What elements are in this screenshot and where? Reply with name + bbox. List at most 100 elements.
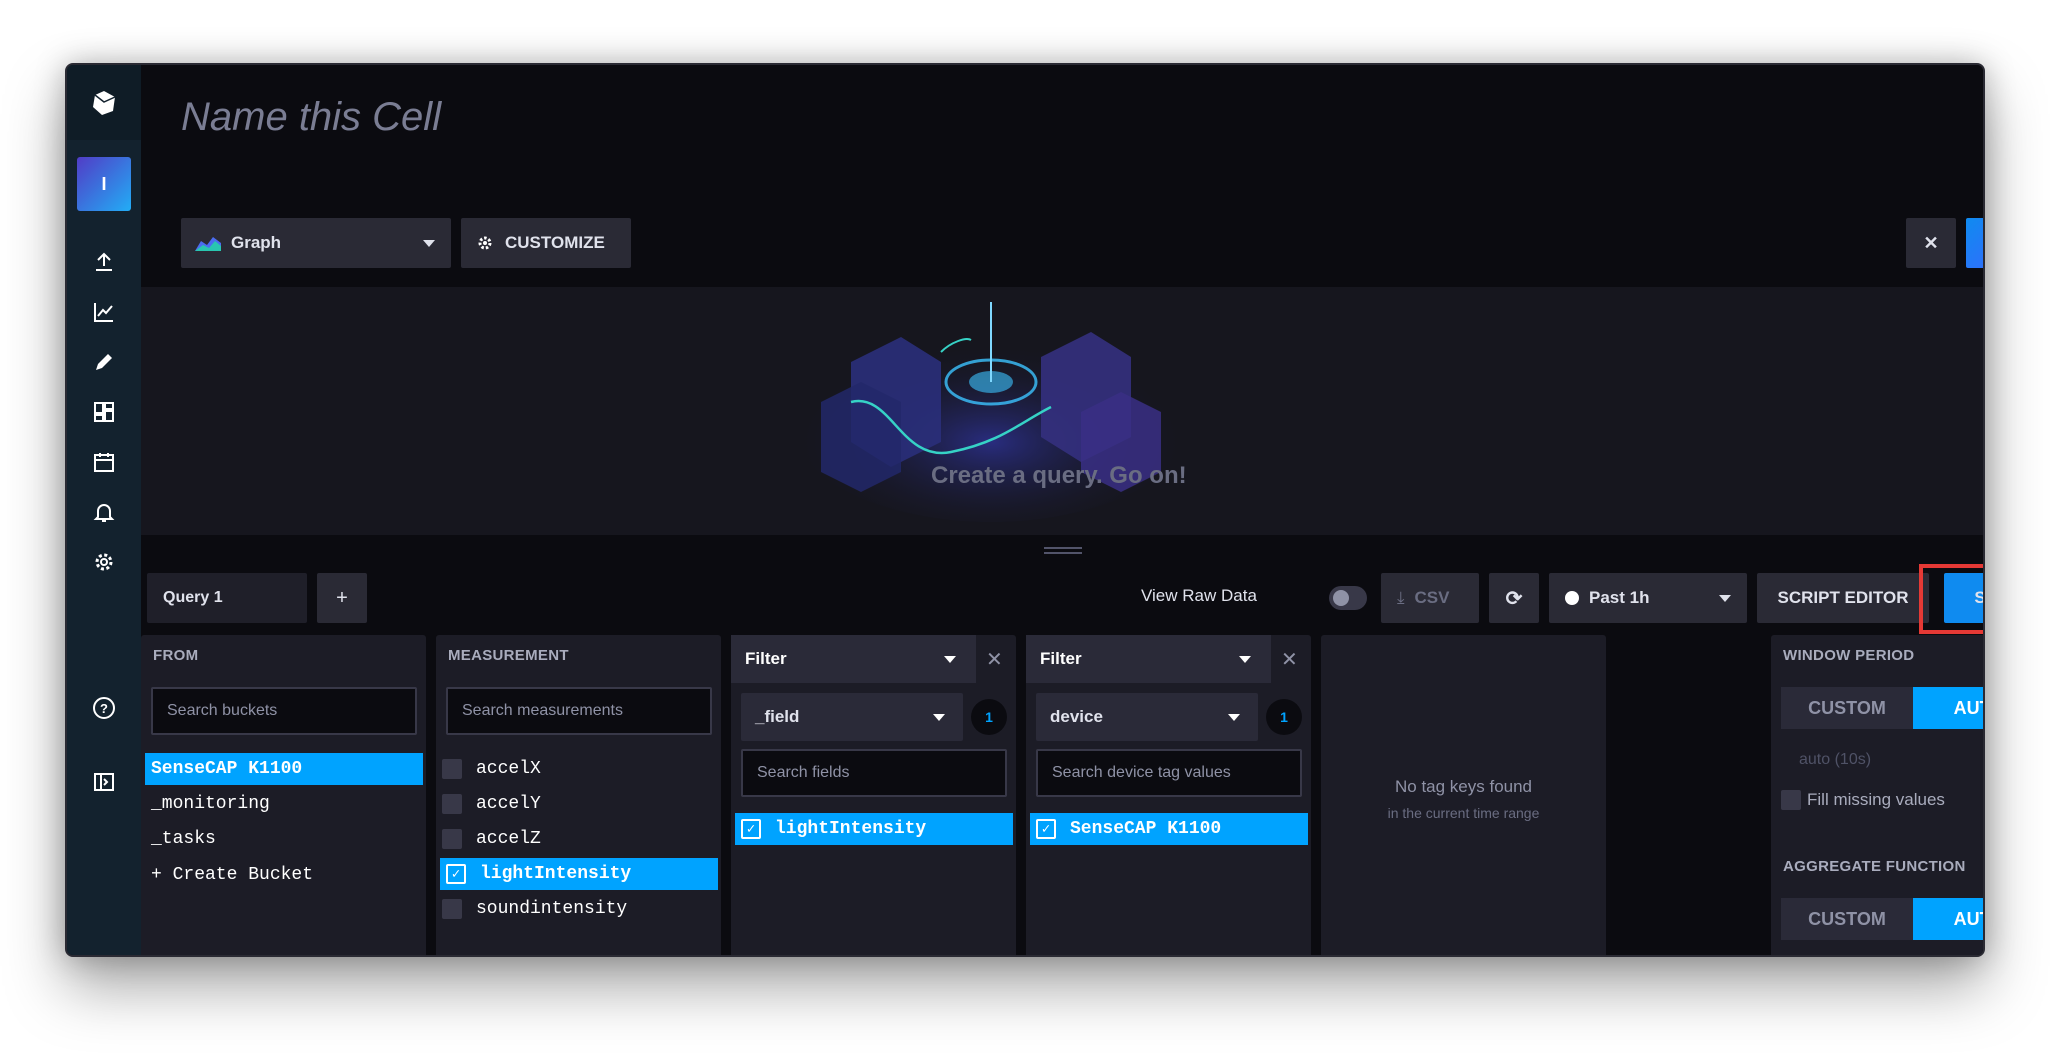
window-period-toggle: CUSTOM AUTO	[1781, 687, 1983, 729]
tasks-calendar-icon[interactable]	[67, 442, 141, 482]
checkbox[interactable]	[442, 829, 462, 849]
bucket-search-input[interactable]: Search buckets	[151, 687, 417, 735]
checked-checkbox[interactable]: ✓	[741, 819, 761, 839]
data-explorer-icon[interactable]	[67, 292, 141, 332]
filter-panel-field: Filter ✕ _field 1 Search fields ✓ lightIn…	[731, 635, 1016, 955]
remove-filter-icon[interactable]: ✕	[986, 647, 1003, 672]
checkbox[interactable]	[442, 794, 462, 814]
clock-icon	[1565, 591, 1579, 605]
selected-count-badge: 1	[971, 699, 1007, 735]
time-range-dropdown[interactable]: Past 1h	[1549, 573, 1747, 623]
window-custom-button[interactable]: CUSTOM	[1781, 687, 1913, 729]
query-bar: Query 1 + View Raw Data ⤓ CSV ⟳ Past 1h	[141, 564, 1983, 634]
gear-icon	[478, 236, 492, 250]
measurement-item[interactable]: accelX	[442, 753, 541, 785]
chevron-down-icon	[933, 714, 945, 721]
bucket-item-tasks[interactable]: _tasks	[151, 823, 216, 855]
checkbox[interactable]	[442, 899, 462, 919]
measurement-header: MEASUREMENT	[448, 647, 569, 664]
view-raw-data-toggle[interactable]	[1329, 586, 1367, 610]
filter-type-dropdown[interactable]: Filter	[1026, 635, 1271, 683]
dashboards-icon[interactable]	[67, 392, 141, 432]
submit-highlight-box	[1919, 564, 1983, 634]
device-tag-search-input[interactable]: Search device tag values	[1036, 749, 1302, 797]
field-search-input[interactable]: Search fields	[741, 749, 1007, 797]
filter-key-dropdown[interactable]: device	[1036, 693, 1258, 741]
customize-label: CUSTOMIZE	[505, 233, 605, 252]
save-button[interactable]: ✓	[1966, 218, 1985, 268]
vis-type-label: Graph	[231, 233, 282, 252]
selected-count-badge: 1	[1266, 699, 1302, 735]
no-tag-keys-message: No tag keys found	[1394, 777, 1533, 796]
remove-filter-icon[interactable]: ✕	[1281, 647, 1298, 672]
measurement-item-selected[interactable]: ✓ lightIntensity	[440, 858, 718, 890]
view-raw-data-label: View Raw Data	[1141, 586, 1257, 605]
measurement-panel: MEASUREMENT Search measurements accelX a…	[436, 635, 721, 955]
window-period-header: WINDOW PERIOD	[1783, 647, 1915, 664]
device-item-selected[interactable]: ✓ SenseCAP K1100	[1030, 813, 1308, 845]
influx-logo-icon[interactable]	[67, 65, 141, 140]
checkmark-icon: ✓	[1984, 233, 1985, 253]
svg-text:?: ?	[100, 701, 108, 716]
chevron-down-icon	[1719, 595, 1731, 602]
upload-icon[interactable]	[67, 242, 141, 282]
field-item-selected[interactable]: ✓ lightIntensity	[735, 813, 1013, 845]
checkbox[interactable]	[442, 759, 462, 779]
script-editor-button[interactable]: SCRIPT EDITOR	[1757, 573, 1929, 623]
app-window: I ? Name this Cell Graph CUSTOMIZE ✕ Cre…	[65, 63, 1985, 957]
filter-panel-device: Filter ✕ device 1 Search device tag valu…	[1026, 635, 1311, 955]
window-auto-button[interactable]: AUTO	[1913, 687, 1983, 729]
refresh-button[interactable]: ⟳	[1489, 573, 1539, 623]
cell-editor: Name this Cell Graph CUSTOMIZE ✕ ✓	[141, 65, 1983, 955]
checkbox[interactable]	[1781, 790, 1801, 810]
bucket-item-monitoring[interactable]: _monitoring	[151, 788, 270, 820]
graph-preview: Create a query. Go on!	[141, 287, 1983, 535]
checked-checkbox[interactable]: ✓	[1036, 819, 1056, 839]
measurement-search-input[interactable]: Search measurements	[446, 687, 712, 735]
chevron-down-icon	[1239, 656, 1251, 663]
aggregate-auto-button[interactable]: AUTO	[1913, 898, 1983, 940]
query-tab-label: Query 1	[163, 589, 223, 606]
add-query-button[interactable]: +	[317, 573, 367, 623]
org-avatar[interactable]: I	[77, 157, 131, 211]
refresh-icon: ⟳	[1505, 587, 1523, 610]
close-icon: ✕	[1923, 232, 1939, 253]
plus-icon: +	[336, 586, 348, 609]
settings-gear-icon[interactable]	[67, 542, 141, 582]
alerts-bell-icon[interactable]	[67, 492, 141, 532]
resize-handle[interactable]	[1044, 547, 1082, 555]
fill-missing-option[interactable]: Fill missing values	[1781, 790, 1945, 810]
window-period-value: auto (10s)	[1799, 751, 1872, 768]
aggregate-custom-button[interactable]: CUSTOM	[1781, 898, 1913, 940]
empty-filter-panel: No tag keys found in the current time ra…	[1321, 635, 1606, 955]
chevron-down-icon	[944, 656, 956, 663]
aggregate-panel: WINDOW PERIOD CUSTOM AUTO auto (10s) Fil…	[1771, 635, 1983, 955]
from-header: FROM	[153, 647, 199, 664]
left-nav: I ?	[67, 65, 141, 955]
cell-name-input[interactable]: Name this Cell	[181, 95, 441, 140]
csv-label: CSV	[1414, 588, 1450, 607]
graph-type-icon	[195, 237, 221, 251]
bucket-item-sensecap[interactable]: SenseCAP K1100	[145, 753, 423, 785]
aggregate-function-header: AGGREGATE FUNCTION	[1783, 858, 1966, 875]
customize-button[interactable]: CUSTOMIZE	[461, 218, 631, 268]
help-icon[interactable]: ?	[67, 688, 141, 728]
collapse-nav-icon[interactable]	[67, 762, 141, 802]
create-bucket-link[interactable]: + Create Bucket	[151, 859, 313, 891]
csv-button[interactable]: ⤓ CSV	[1381, 573, 1479, 623]
cancel-button[interactable]: ✕	[1906, 218, 1956, 268]
script-editor-label: SCRIPT EDITOR	[1777, 588, 1909, 607]
filter-type-dropdown[interactable]: Filter	[731, 635, 976, 683]
filter-key-dropdown[interactable]: _field	[741, 693, 963, 741]
measurement-item[interactable]: accelZ	[442, 823, 541, 855]
chevron-down-icon	[1228, 714, 1240, 721]
vis-type-dropdown[interactable]: Graph	[181, 218, 451, 268]
checked-checkbox[interactable]: ✓	[446, 864, 466, 884]
measurement-item[interactable]: soundintensity	[442, 893, 627, 925]
time-range-label: Past 1h	[1589, 588, 1650, 607]
chevron-down-icon	[423, 240, 435, 247]
query-tab[interactable]: Query 1	[147, 573, 307, 623]
aggregate-toggle: CUSTOM AUTO	[1781, 898, 1983, 940]
notebook-pencil-icon[interactable]	[67, 342, 141, 382]
measurement-item[interactable]: accelY	[442, 788, 541, 820]
